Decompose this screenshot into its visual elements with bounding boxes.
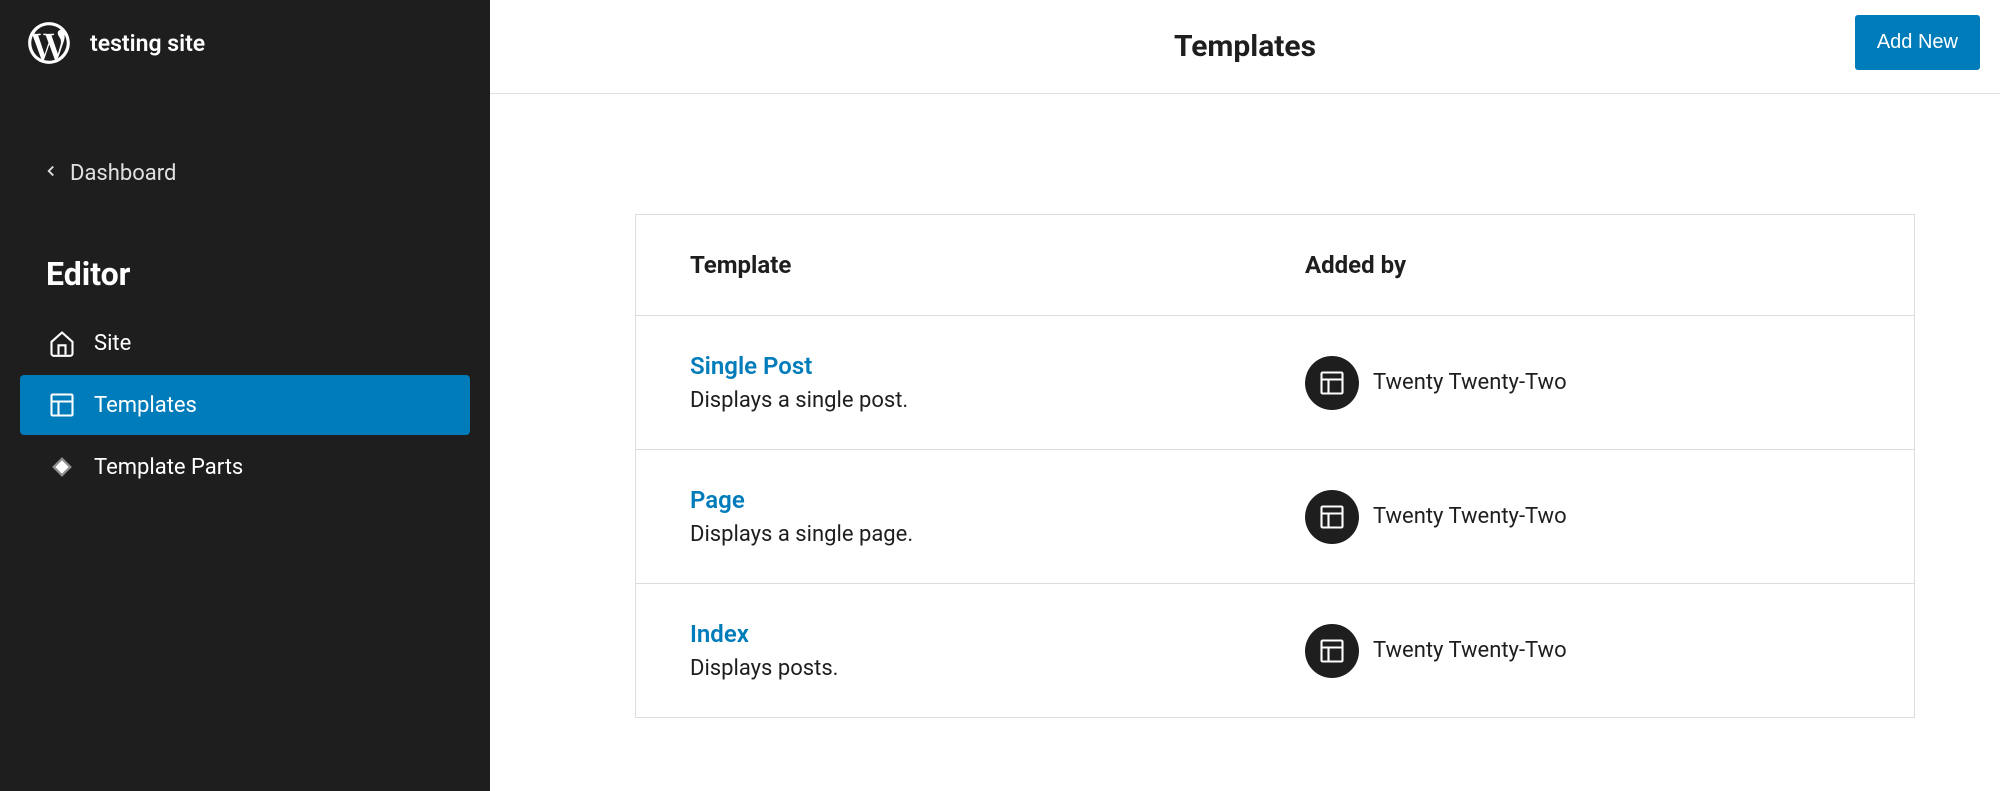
added-by-cell: Twenty Twenty-Two	[1305, 356, 1860, 410]
theme-name: Twenty Twenty-Two	[1373, 638, 1567, 663]
theme-layout-icon	[1305, 624, 1359, 678]
layout-icon	[48, 391, 76, 419]
page-title: Templates	[1174, 29, 1316, 64]
column-header-template: Template	[690, 251, 1305, 279]
home-icon	[48, 329, 76, 357]
add-new-button[interactable]: Add New	[1855, 15, 1980, 70]
template-description: Displays a single page.	[690, 522, 1305, 547]
nav-item-site[interactable]: Site	[20, 313, 470, 373]
content-area: Template Added by Single Post Displays a…	[490, 94, 2000, 718]
nav-item-label: Template Parts	[94, 455, 243, 480]
nav-item-templates[interactable]: Templates	[20, 375, 470, 435]
theme-layout-icon	[1305, 490, 1359, 544]
template-name-link[interactable]: Page	[690, 486, 1305, 514]
templates-table: Template Added by Single Post Displays a…	[635, 214, 1915, 718]
template-cell: Single Post Displays a single post.	[690, 352, 1305, 413]
table-row: Single Post Displays a single post. Twen…	[636, 316, 1914, 450]
editor-heading: Editor	[0, 225, 490, 313]
nav-item-label: Templates	[94, 393, 197, 418]
sidebar: testing site Dashboard Editor Site	[0, 0, 490, 791]
template-cell: Page Displays a single page.	[690, 486, 1305, 547]
diamond-icon	[48, 453, 76, 481]
theme-name: Twenty Twenty-Two	[1373, 504, 1567, 529]
nav-item-template-parts[interactable]: Template Parts	[20, 437, 470, 497]
nav-list: Site Templates Template Parts	[0, 313, 490, 499]
theme-name: Twenty Twenty-Two	[1373, 370, 1567, 395]
back-link-label: Dashboard	[70, 161, 176, 186]
added-by-cell: Twenty Twenty-Two	[1305, 490, 1860, 544]
chevron-left-icon	[42, 159, 60, 187]
table-header: Template Added by	[636, 215, 1914, 316]
sidebar-header: testing site	[0, 0, 490, 86]
template-name-link[interactable]: Index	[690, 620, 1305, 648]
added-by-cell: Twenty Twenty-Two	[1305, 624, 1860, 678]
theme-layout-icon	[1305, 356, 1359, 410]
main-header: Templates Add New	[490, 0, 2000, 94]
template-description: Displays a single post.	[690, 388, 1305, 413]
site-name: testing site	[90, 30, 205, 57]
template-description: Displays posts.	[690, 656, 1305, 681]
wordpress-logo-icon[interactable]	[24, 18, 74, 68]
back-to-dashboard-link[interactable]: Dashboard	[0, 141, 490, 205]
main-content: Templates Add New Template Added by Sing…	[490, 0, 2000, 791]
column-header-added-by: Added by	[1305, 251, 1860, 279]
nav-item-label: Site	[94, 331, 131, 356]
template-name-link[interactable]: Single Post	[690, 352, 1305, 380]
table-row: Index Displays posts. Twenty Twenty-Two	[636, 584, 1914, 717]
table-row: Page Displays a single page. Twenty Twen…	[636, 450, 1914, 584]
template-cell: Index Displays posts.	[690, 620, 1305, 681]
